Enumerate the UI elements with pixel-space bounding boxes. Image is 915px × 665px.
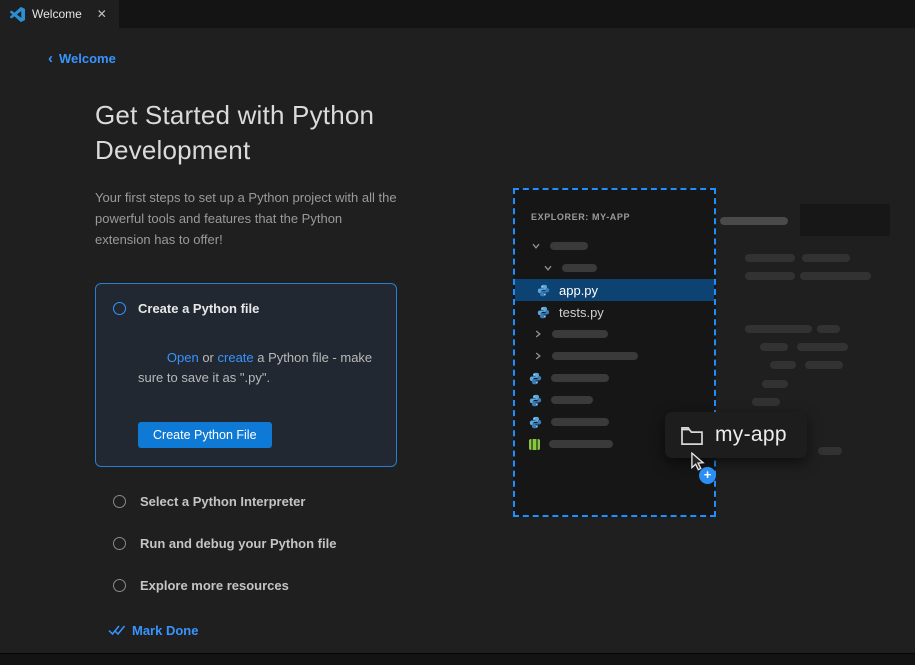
- skeleton-bar: [800, 272, 871, 280]
- skeleton-bar: [720, 217, 788, 225]
- step-label: Explore more resources: [140, 578, 289, 593]
- chevron-right-icon: [533, 329, 543, 339]
- breadcrumb-label: Welcome: [59, 51, 116, 66]
- placeholder-bar: [552, 352, 638, 360]
- breadcrumb-welcome-link[interactable]: ‹ Welcome: [48, 51, 116, 66]
- tree-item-placeholder: [515, 433, 714, 455]
- skeleton-bar: [752, 398, 780, 406]
- radio-run-debug[interactable]: [113, 537, 126, 550]
- tab-welcome[interactable]: Welcome ✕: [0, 0, 119, 28]
- step-label: Select a Python Interpreter: [140, 494, 305, 509]
- step-create-python-file[interactable]: Create a Python file Open or create a Py…: [95, 283, 397, 467]
- green-file-icon: [529, 439, 540, 450]
- tree-item-placeholder: [515, 411, 714, 433]
- file-tree: app.py tests.py: [515, 235, 714, 455]
- drag-copy-plus-icon: +: [699, 467, 716, 484]
- mark-done-link[interactable]: Mark Done: [108, 623, 198, 638]
- tree-item-placeholder: [515, 323, 714, 345]
- tree-item-placeholder: [515, 389, 714, 411]
- skeleton-bar: [770, 361, 796, 369]
- skeleton-bar: [805, 361, 843, 369]
- explorer-header: EXPLORER: MY-APP: [531, 212, 714, 222]
- python-file-icon: [529, 416, 542, 429]
- chevron-down-icon: [531, 241, 541, 251]
- skeleton-bar: [745, 325, 812, 333]
- open-file-link[interactable]: Open: [167, 350, 199, 365]
- create-python-file-button[interactable]: Create Python File: [138, 422, 272, 448]
- chevron-left-icon: ‹: [48, 51, 53, 66]
- file-name: tests.py: [559, 305, 604, 320]
- tab-title: Welcome: [32, 7, 82, 21]
- page-description: Your first steps to set up a Python proj…: [95, 188, 397, 250]
- placeholder-bar: [550, 242, 588, 250]
- tree-item-placeholder: [515, 257, 714, 279]
- tree-item-placeholder: [515, 235, 714, 257]
- python-file-icon: [529, 394, 542, 407]
- step-create-title: Create a Python file: [138, 301, 259, 316]
- placeholder-bar: [562, 264, 597, 272]
- welcome-page: ‹ Welcome Get Started with Python Develo…: [0, 28, 915, 653]
- placeholder-bar: [551, 418, 609, 426]
- tab-close-icon[interactable]: ✕: [97, 7, 107, 21]
- placeholder-bar: [549, 440, 613, 448]
- desc-text: or: [199, 350, 218, 365]
- tab-bar: Welcome ✕: [0, 0, 915, 28]
- drag-tooltip: my-app: [665, 412, 807, 458]
- python-file-icon: [529, 372, 542, 385]
- step-create-description: Open or create a Python file - make sure…: [138, 329, 378, 407]
- skeleton-bar: [745, 254, 795, 262]
- skeleton-bar: [760, 343, 788, 351]
- python-file-icon: [537, 284, 550, 297]
- drag-tooltip-label: my-app: [715, 423, 787, 447]
- chevron-right-icon: [533, 351, 543, 361]
- tree-item-app.py: app.py: [515, 279, 714, 301]
- radio-create-python-file[interactable]: [113, 302, 126, 315]
- radio-explore-resources[interactable]: [113, 579, 126, 592]
- mark-done-label: Mark Done: [132, 623, 198, 638]
- mouse-cursor-icon: [690, 452, 705, 476]
- skeleton-bar: [818, 447, 842, 455]
- folder-icon: [680, 425, 704, 446]
- page-title: Get Started with Python Development: [95, 98, 397, 168]
- skeleton-bar: [817, 325, 840, 333]
- step-explore-resources[interactable]: Explore more resources: [95, 578, 397, 593]
- step-select-interpreter[interactable]: Select a Python Interpreter: [95, 494, 397, 509]
- skeleton-bar: [800, 204, 890, 236]
- tree-item-tests.py: tests.py: [515, 301, 714, 323]
- skeleton-bar: [762, 380, 788, 388]
- chevron-down-icon: [543, 263, 553, 273]
- radio-select-interpreter[interactable]: [113, 495, 126, 508]
- create-file-link[interactable]: create: [218, 350, 254, 365]
- double-check-icon: [108, 624, 125, 636]
- explorer-panel-illustration: EXPLORER: MY-APP app.py tests.py: [513, 188, 716, 517]
- placeholder-bar: [551, 396, 593, 404]
- walkthrough-column: Get Started with Python Development Your…: [95, 98, 397, 641]
- skeleton-bar: [802, 254, 850, 262]
- vscode-logo-icon: [10, 7, 25, 22]
- tree-item-placeholder: [515, 367, 714, 389]
- step-label: Run and debug your Python file: [140, 536, 336, 551]
- placeholder-bar: [552, 330, 608, 338]
- step-run-debug[interactable]: Run and debug your Python file: [95, 536, 397, 551]
- file-name: app.py: [559, 283, 598, 298]
- status-bar-edge: [0, 653, 915, 665]
- skeleton-bar: [745, 272, 795, 280]
- python-file-icon: [537, 306, 550, 319]
- skeleton-bar: [797, 343, 848, 351]
- placeholder-bar: [551, 374, 609, 382]
- tree-item-placeholder: [515, 345, 714, 367]
